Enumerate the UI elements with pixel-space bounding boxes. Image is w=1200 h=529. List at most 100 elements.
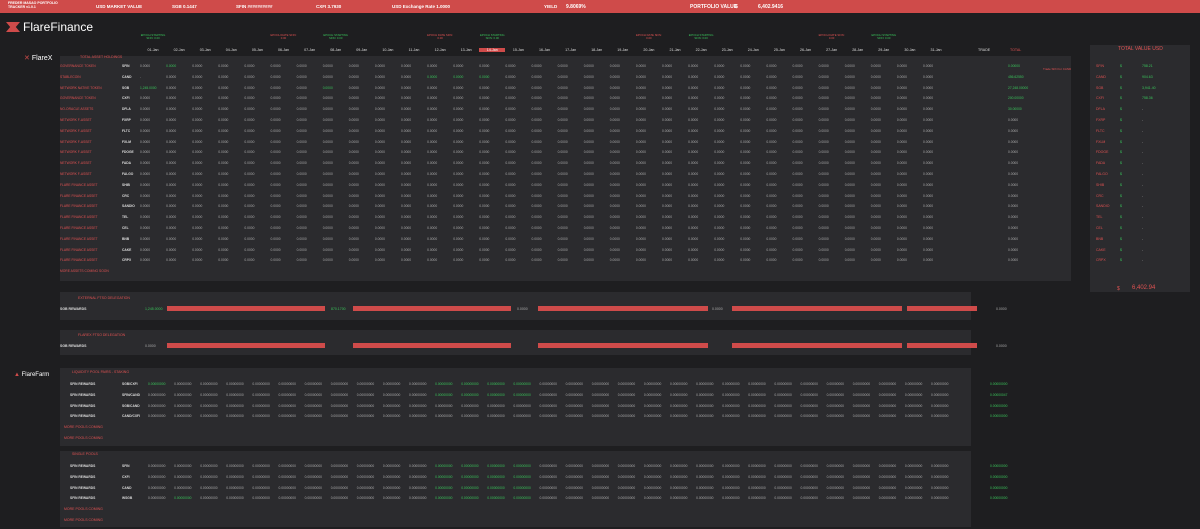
cell-value: 0.00000000 [382,496,401,501]
more-pools-4: MORE POOLS COMING [64,518,103,522]
cell-value: 0.0000 [296,172,307,176]
cell-value: 0.00000000 [487,414,505,419]
cell-value: 0.0000 [870,150,881,155]
pool-total: 0.00000000 [990,474,1008,479]
cell-value: 0.00000000 [148,382,166,386]
row-category: FLARE FINANCE ASSET [60,258,98,263]
table-row: FLARE FINANCE ASSET CAKE 0.0000 0.0000 0.000… [60,245,1071,255]
date-header: 29-Jan [878,48,890,52]
cell-value: 0.00000000 [826,496,845,501]
pool-reward-label: SFIN REWARDS [70,464,96,468]
cell-value: 0.0000 [792,96,803,101]
flarex-wordmark: FlareX [31,55,53,62]
cell-value: 0.0000 [766,236,777,241]
cell-value: 0.00000000 [382,474,401,479]
cell-value: 0.00000000 [278,474,296,479]
cell-value: 0.00000000 [148,414,166,419]
cell-value: 0.0000 [870,74,881,79]
table-row: GOVERNANCE TOKEN CXFI 0.0000 0.0000 0.0000 0.… [60,93,1071,103]
epoch-label: EPOCH DATE SFIN: 0.00 [635,33,662,41]
cell-value: 0.0000 [296,74,307,79]
cell-value: 0.0000 [218,236,229,241]
top-summary-bar: FREDER MASAO PORTFOLIO TRACKER v1.0.1 USD… [0,0,1200,13]
cell-value: 0.0000 [140,236,151,241]
cell-value: 0.0000 [348,85,359,90]
date-header: 18-Jan [591,48,603,52]
cell-value: 0.0000 [453,236,464,241]
cell-value: 0.0000 [609,74,620,79]
cell-value: 0.00000000 [148,464,166,468]
pool-reward-label: SFIN REWARDS [70,382,96,386]
row-total: 0.0000 [1008,172,1019,176]
external-ftso-bar-2 [353,306,511,311]
cell-value: 0.00000000 [356,485,375,490]
cell-value: 0.0000 [244,118,255,122]
value-row: DFLA $ - [1090,104,1190,114]
cell-value: 0.0000 [192,161,203,166]
cell-value: 0.00000000 [461,485,479,490]
cell-value: 0.00000000 [539,414,557,419]
cell-value: 0.00000000 [643,496,662,501]
cell-value: 0.0000 [740,226,751,230]
cell-value: 0.0000 [557,96,568,101]
cell-value: 0.0000 [714,85,725,90]
cell-value: 0.00000000 [696,496,714,501]
total-value-title: TOTAL VALUE USD [1118,46,1163,52]
value-amount: - [1142,247,1144,252]
cell-value: 0.0000 [792,247,803,252]
cell-value: 0.0000 [557,226,568,230]
cell-value: 0.0000 [192,107,203,112]
cell-value: 0.0000 [374,74,385,79]
cell-value: 0.00000000 [226,392,244,397]
cell-value: 0.0000 [296,85,307,90]
cell-value: 0.0000 [844,74,855,79]
cell-value: 0.0000 [427,215,438,220]
cell-value: 0.0000 [896,85,907,90]
cell-value: 0.00000000 [487,403,505,408]
cell-value: 0.00000000 [200,464,218,468]
flarex-logo: ✕ FlareX [24,54,52,62]
cell-value: 0.0000 [166,74,177,79]
table-row: NETWORK F-ASSET FLTC 0.0000 0.0000 0.0000 0.0… [60,126,1071,136]
cell-value: 0.00000000 [696,485,714,490]
table-row: NETWORK F-ASSET FXLM 0.0000 0.0000 0.0000 0.0… [60,137,1071,147]
cell-value: 0.00000000 [200,474,218,479]
cell-value: 0.0000 [296,139,307,144]
cell-value: 0.0000 [296,193,307,198]
cell-value: 0.0000 [453,172,464,176]
cell-value: 0.0000 [505,107,516,112]
cell-value: 0.0000 [870,204,881,209]
cell-value: 0.0000 [453,74,464,79]
cell-value: 0.00000000 [278,464,296,468]
cell-value: 0.0000 [583,150,594,155]
cell-value: 0.0000 [844,226,855,230]
cell-value: 0.0000 [348,150,359,155]
external-ftso-label: SGB REWARDS [60,307,87,311]
cell-value: 0.0000 [583,96,594,101]
cell-value: 0.0000 [635,64,646,68]
cell-value: 0.0000 [505,236,516,241]
cell-value: 0.0000 [896,96,907,101]
cell-value: 0.0000 [348,139,359,144]
table-row: NETWORK NATIVE TOKEN SGB 1,245.0000 0.0000 0… [60,83,1071,93]
cell-value: 0.0000 [896,215,907,220]
cell-value: 0.00000000 [435,496,453,501]
cell-value: 0.0000 [296,258,307,263]
cell-value: 0.0000 [244,139,255,144]
cell-value: 0.0000 [844,150,855,155]
pool-total: 0.00000000 [990,414,1008,419]
cell-value: 0.00000000 [174,474,192,479]
cell-value: 0.0000 [688,215,699,220]
value-row: CRC $ - [1090,191,1190,201]
flarex-ftso-bar-4 [732,343,902,348]
cell-value: 0.00000000 [643,414,662,419]
date-header: 14-Jan [479,48,506,52]
cell-value: 0.0000 [870,139,881,144]
external-ftso-value-4: 0.0000 [712,307,723,311]
cell-value: 0.0000 [322,64,333,68]
epoch-label: EPOCH DATE SFIN: 0.00 [427,33,454,41]
cell-value: 0.00000000 [252,496,270,501]
cell-value: 0.0000 [923,74,934,79]
cell-value: 0.0000 [714,247,725,252]
cell-value: 0.0000 [479,172,490,176]
